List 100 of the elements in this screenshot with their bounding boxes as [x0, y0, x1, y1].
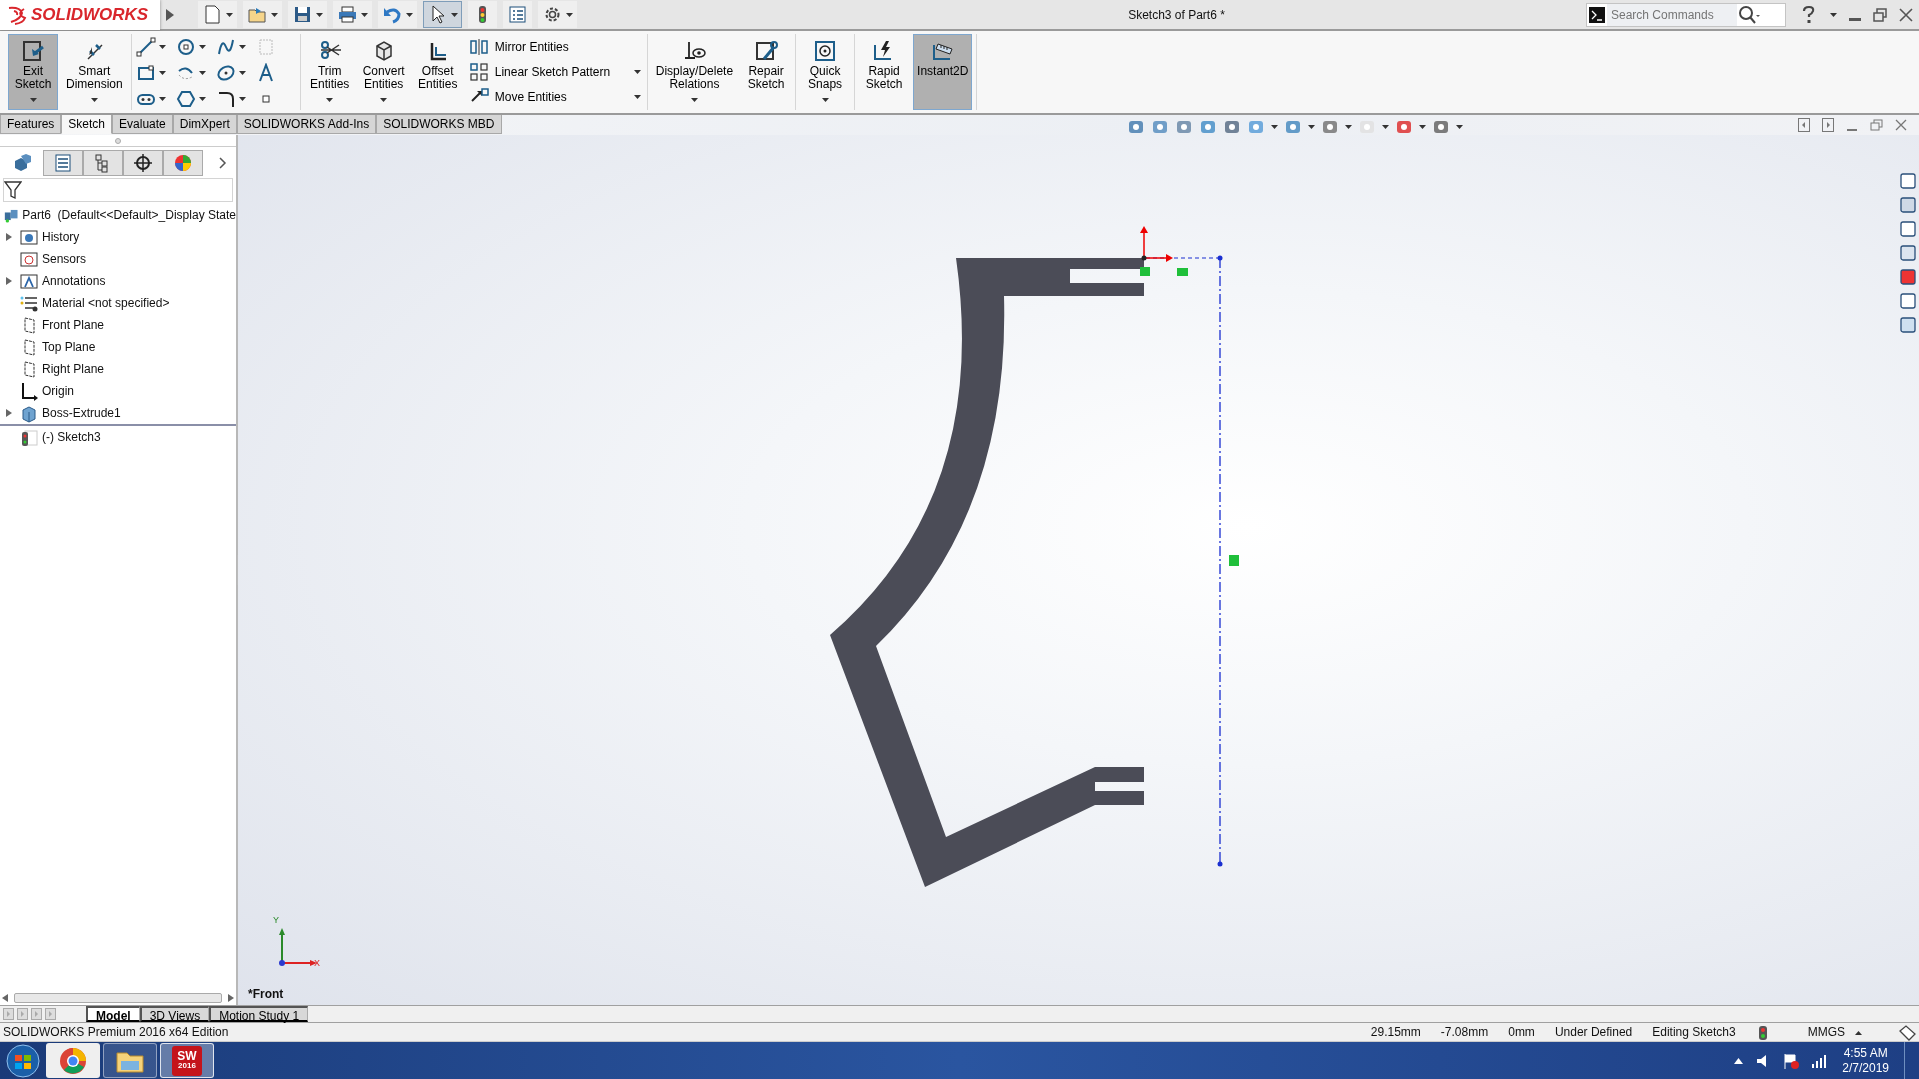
printer-button[interactable]: [333, 1, 372, 28]
line-icon[interactable]: [135, 37, 156, 57]
ellipse-icon[interactable]: [215, 63, 236, 83]
command-tab[interactable]: Features: [0, 115, 62, 134]
caret-icon[interactable]: [90, 97, 98, 102]
tree-item[interactable]: Origin: [0, 380, 236, 402]
caret-icon[interactable]: [238, 45, 246, 49]
expand-icon[interactable]: [6, 233, 12, 241]
tree-item[interactable]: Sensors: [0, 248, 236, 270]
circle-icon[interactable]: [175, 37, 196, 57]
tree-item[interactable]: (-) Sketch3: [0, 426, 236, 448]
tile-left-icon[interactable]: [1798, 118, 1810, 132]
horizontal-scrollbar[interactable]: [0, 991, 236, 1005]
ribbon-button[interactable]: Convert Entities: [358, 34, 409, 110]
caret-icon[interactable]: [1345, 125, 1352, 129]
expand-icon[interactable]: [6, 277, 12, 285]
caret-icon[interactable]: [226, 12, 233, 17]
caret-icon[interactable]: [158, 71, 166, 75]
flag-icon[interactable]: [1783, 1052, 1800, 1069]
caret-icon[interactable]: [1271, 125, 1278, 129]
caret-icon[interactable]: [451, 12, 458, 17]
ribbon-button[interactable]: Display/Delete Relations: [651, 34, 738, 110]
taskbar-app[interactable]: [103, 1043, 157, 1078]
expand-icon[interactable]: [6, 409, 12, 417]
taskbar-app[interactable]: SW 2016: [160, 1043, 214, 1078]
ribbon-button[interactable]: Mirror Entities: [466, 34, 643, 60]
search-icon[interactable]: [1737, 4, 1761, 25]
caret-icon[interactable]: [566, 12, 573, 17]
spline-icon[interactable]: [215, 37, 236, 57]
signal-icon[interactable]: [1811, 1053, 1828, 1068]
tree-item[interactable]: Material <not specified>: [0, 292, 236, 314]
caret-icon[interactable]: [1419, 125, 1426, 129]
tile-right-icon[interactable]: [1822, 118, 1834, 132]
tree-item[interactable]: Right Plane: [0, 358, 236, 380]
undo-button[interactable]: [378, 1, 417, 28]
caret-icon[interactable]: [238, 97, 246, 101]
restore-icon[interactable]: [1870, 118, 1883, 132]
tree-item[interactable]: Front Plane: [0, 314, 236, 336]
command-tab[interactable]: SOLIDWORKS MBD: [376, 115, 502, 134]
ribbon-button[interactable]: Instant2D: [913, 34, 973, 110]
tree-item[interactable]: History: [0, 226, 236, 248]
expand-arrow-icon[interactable]: [166, 9, 174, 22]
taskbar-app[interactable]: [46, 1043, 100, 1078]
caret-icon[interactable]: [1308, 125, 1315, 129]
settings-button[interactable]: [538, 1, 577, 28]
pointer-button[interactable]: [423, 1, 462, 28]
list-button[interactable]: [503, 1, 532, 28]
chevron-right-icon[interactable]: [219, 157, 227, 169]
restore-icon[interactable]: [1873, 7, 1887, 22]
ribbon-button[interactable]: Trim Entities: [304, 34, 355, 110]
relation-marker-icon[interactable]: [1140, 267, 1150, 276]
tree-item[interactable]: Top Plane: [0, 336, 236, 358]
command-tab[interactable]: Evaluate: [112, 115, 173, 134]
caret-up-icon[interactable]: [1734, 1057, 1744, 1064]
rectangle-icon[interactable]: [135, 63, 156, 83]
sketch-profile[interactable]: [830, 258, 1144, 887]
caret-icon[interactable]: [406, 12, 413, 17]
traffic-light-button[interactable]: [468, 1, 497, 28]
caret-icon[interactable]: [633, 70, 641, 74]
model-tab[interactable]: 3D Views: [139, 1006, 210, 1022]
caret-icon[interactable]: [158, 45, 166, 49]
caret-icon[interactable]: [1830, 12, 1837, 17]
ribbon-button[interactable]: Linear Sketch Pattern: [466, 59, 643, 85]
start-button-icon[interactable]: [3, 1042, 43, 1079]
ribbon-button[interactable]: Rapid Sketch: [859, 34, 910, 110]
caret-icon[interactable]: [158, 97, 166, 101]
caret-icon[interactable]: [198, 71, 206, 75]
relation-marker-icon[interactable]: [1177, 268, 1188, 276]
units-selector[interactable]: MMGS: [1797, 1023, 1855, 1041]
caret-icon[interactable]: [690, 97, 698, 102]
caret-icon[interactable]: [633, 95, 641, 100]
command-tab[interactable]: SOLIDWORKS Add-Ins: [236, 115, 377, 134]
save-button[interactable]: [288, 1, 327, 28]
search-field[interactable]: Search Commands: [1586, 2, 1786, 27]
model-tab[interactable]: Model: [86, 1006, 140, 1022]
caret-icon[interactable]: [238, 71, 246, 75]
traffic-light-icon[interactable]: [1757, 1025, 1768, 1040]
ribbon-button[interactable]: Exit Sketch: [8, 34, 58, 110]
app-logo[interactable]: SOLIDWORKS: [0, 0, 160, 30]
ribbon-button[interactable]: Quick Snaps: [800, 34, 851, 110]
panel-tab[interactable]: [123, 150, 163, 176]
filter-field[interactable]: [3, 178, 233, 202]
caret-icon[interactable]: [821, 97, 829, 102]
ribbon-button[interactable]: Move Entities: [466, 84, 643, 110]
caret-icon[interactable]: [326, 97, 334, 102]
ribbon-button[interactable]: Offset Entities: [412, 34, 463, 110]
folder-button[interactable]: [243, 1, 282, 28]
caret-icon[interactable]: [198, 97, 206, 101]
ribbon-button[interactable]: Repair Sketch: [741, 34, 792, 110]
tree-item[interactable]: Part6 (Default<<Default>_Display State: [0, 204, 236, 226]
caret-icon[interactable]: [1456, 125, 1463, 129]
new-document-button[interactable]: [198, 1, 237, 28]
model-tab[interactable]: Motion Study 1: [209, 1006, 309, 1022]
caret-icon[interactable]: [198, 45, 206, 49]
caret-up-icon[interactable]: [1855, 1030, 1862, 1035]
caret-icon[interactable]: [1382, 125, 1389, 129]
close-icon[interactable]: [1895, 119, 1907, 131]
clock-date[interactable]: 2/7/2019: [1842, 1060, 1889, 1076]
polygon-icon[interactable]: [175, 89, 196, 109]
tree-item[interactable]: Annotations: [0, 270, 236, 292]
